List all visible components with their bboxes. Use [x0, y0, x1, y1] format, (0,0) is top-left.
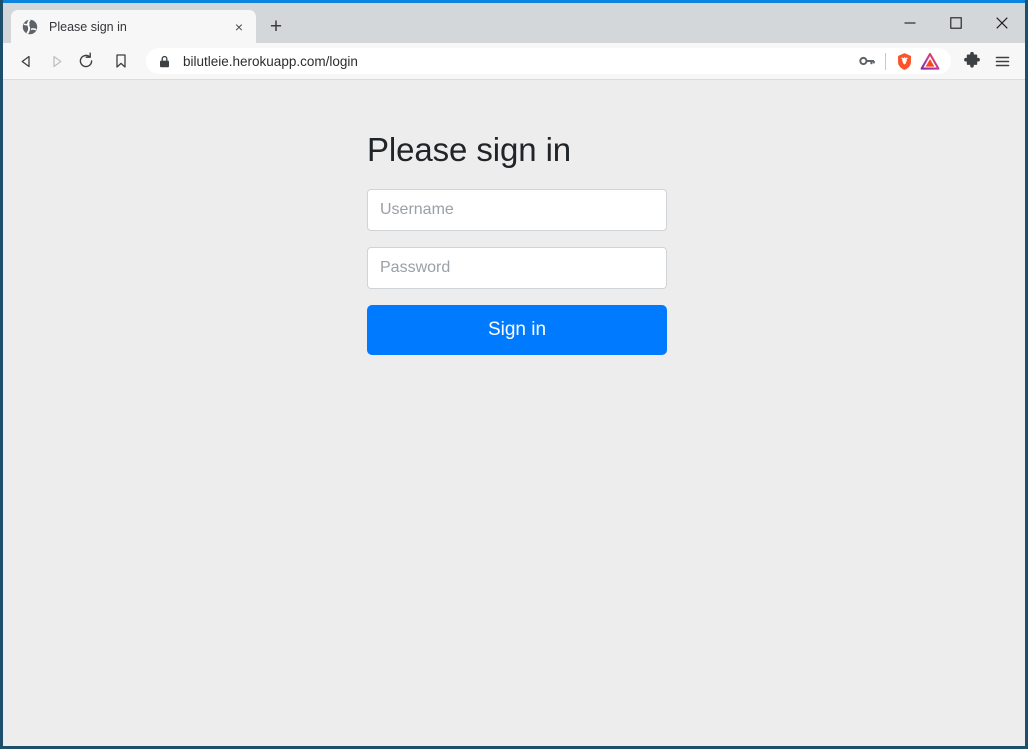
tab-please-sign-in[interactable]: Please sign in ×: [11, 10, 256, 43]
password-input[interactable]: [367, 247, 667, 290]
back-arrow-icon[interactable]: [11, 47, 41, 75]
maximize-button[interactable]: [933, 3, 979, 43]
globe-icon: [22, 18, 38, 35]
reload-icon[interactable]: [71, 47, 101, 75]
forward-arrow-icon: [41, 47, 71, 75]
url-text: bilutleie.herokuapp.com/login: [183, 53, 358, 69]
window-controls: [887, 3, 1025, 43]
browser-toolbar: bilutleie.herokuapp.com/login: [3, 43, 1025, 80]
lock-icon: [158, 55, 171, 68]
browser-window: Please sign in × + bilutleie.herokuapp.c…: [0, 0, 1028, 749]
tab-strip: Please sign in × +: [3, 3, 1025, 43]
new-tab-button[interactable]: +: [262, 12, 290, 40]
page-content: Please sign in Sign in: [3, 80, 1025, 746]
omnibox-divider: [885, 52, 886, 70]
bat-triangle-icon[interactable]: [917, 49, 943, 73]
address-bar[interactable]: bilutleie.herokuapp.com/login: [146, 48, 951, 74]
login-form: Please sign in Sign in: [367, 131, 667, 356]
page-title: Please sign in: [367, 131, 572, 168]
minimize-button[interactable]: [887, 3, 933, 43]
username-input[interactable]: [367, 189, 667, 232]
hamburger-menu-icon[interactable]: [987, 47, 1017, 75]
key-icon[interactable]: [854, 49, 880, 73]
tab-title: Please sign in: [49, 19, 127, 34]
close-window-button[interactable]: [979, 3, 1025, 43]
brave-lion-icon[interactable]: [891, 49, 917, 73]
tab-close-icon[interactable]: ×: [228, 16, 250, 38]
puzzle-piece-icon[interactable]: [957, 47, 987, 75]
sign-in-button[interactable]: Sign in: [367, 305, 667, 356]
bookmark-icon[interactable]: [106, 47, 136, 75]
